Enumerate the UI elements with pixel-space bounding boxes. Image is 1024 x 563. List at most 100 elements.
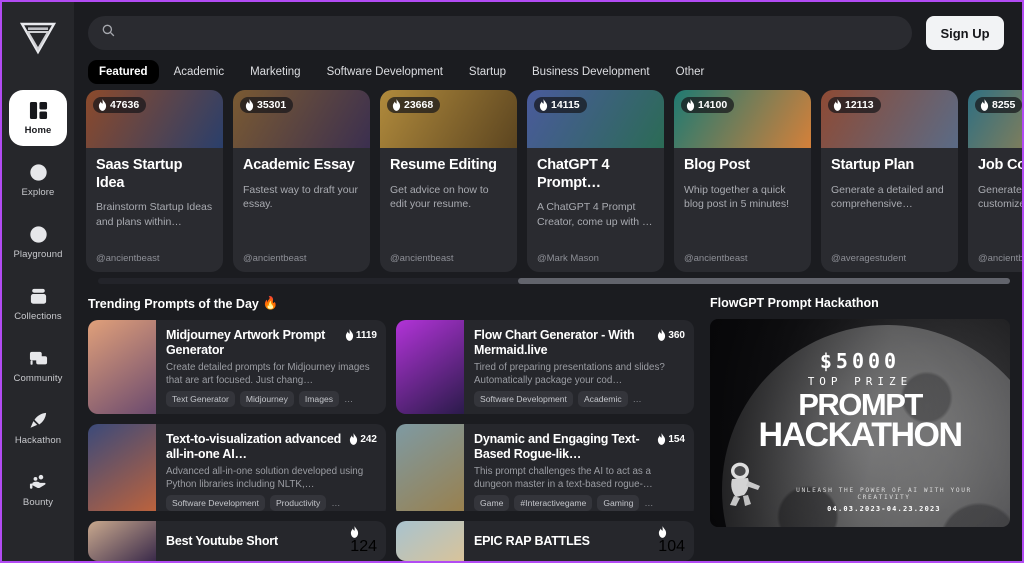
trending-card-tag-overflow[interactable]: … bbox=[644, 498, 653, 508]
tab-startup[interactable]: Startup bbox=[458, 60, 517, 84]
featured-card[interactable]: 47636 Saas Startup Idea Brainstorm Startup… bbox=[86, 90, 223, 272]
featured-card-author: @ancientbeast bbox=[390, 253, 454, 264]
sidebar-item-community[interactable]: Community bbox=[9, 338, 67, 394]
like-count-badge: 154 bbox=[657, 432, 685, 445]
search-input[interactable] bbox=[123, 26, 898, 40]
sidebar-item-collections[interactable]: Collections bbox=[9, 276, 67, 332]
featured-card[interactable]: 14100 Blog Post Whip together a quick blog… bbox=[674, 90, 811, 272]
hackathon-column: FlowGPT Prompt Hackathon $5000 TOP PRIZE… bbox=[710, 296, 1010, 561]
featured-card-thumbnail: 14115 bbox=[527, 90, 664, 148]
sidebar-item-label: Collections bbox=[14, 310, 62, 322]
people-hand-icon bbox=[29, 473, 48, 493]
featured-scrollbar-track[interactable] bbox=[98, 278, 1010, 284]
sidebar-item-hackathon[interactable]: Hackathon bbox=[9, 400, 67, 456]
trending-card-tag-overflow[interactable]: … bbox=[331, 498, 340, 508]
sidebar-item-label: Explore bbox=[21, 186, 55, 198]
prize-amount: $5000 bbox=[819, 349, 901, 373]
like-count: 8255 bbox=[992, 99, 1016, 111]
featured-card[interactable]: 12113 Startup Plan Generate a detailed and… bbox=[821, 90, 958, 272]
featured-card-title: Resume Editing bbox=[390, 157, 497, 173]
trending-card[interactable]: Dynamic and Engaging Text-Based Rogue-li… bbox=[396, 424, 694, 511]
featured-card-author: @averagestudent bbox=[831, 253, 907, 264]
sign-up-button[interactable]: Sign Up bbox=[926, 16, 1004, 50]
trending-card-tag-overflow[interactable]: … bbox=[344, 394, 353, 404]
flowgpt-logo-icon[interactable] bbox=[10, 10, 66, 66]
tab-software-development[interactable]: Software Development bbox=[316, 60, 454, 84]
sidebar-item-label: Bounty bbox=[22, 496, 54, 508]
like-count-badge: 124 bbox=[350, 526, 377, 556]
trending-title-text: Trending Prompts of the Day bbox=[88, 296, 259, 311]
trending-card-partial[interactable]: Best Youtube Short 124 bbox=[88, 521, 386, 561]
featured-card-title: Blog Post bbox=[684, 157, 750, 173]
trending-card-title: Dynamic and Engaging Text-Based Rogue-li… bbox=[474, 432, 640, 461]
like-count-badge: 14115 bbox=[534, 97, 587, 113]
trending-card-tags: Software Development Productivity … bbox=[166, 495, 377, 511]
tab-featured[interactable]: Featured bbox=[88, 60, 159, 84]
trending-card-tag[interactable]: Midjourney bbox=[239, 391, 294, 407]
main-content: Sign Up Featured Academic Marketing Soft… bbox=[74, 2, 1022, 561]
trending-card-thumbnail bbox=[88, 521, 156, 561]
like-count-badge: 104 bbox=[658, 526, 685, 556]
tab-business-development[interactable]: Business Development bbox=[521, 60, 661, 84]
trending-card-description: This prompt challenges the AI to act as … bbox=[474, 466, 653, 491]
featured-card-description: Whip together a quick blog post in 5 min… bbox=[684, 183, 790, 210]
compass-icon bbox=[29, 163, 48, 183]
trending-partial-row: Best Youtube Short 124 EPIC RAP BATTLES 104 bbox=[88, 521, 694, 561]
sidebar-item-explore[interactable]: Explore bbox=[9, 152, 67, 208]
featured-card[interactable]: 35301 Academic Essay Fastest way to draft … bbox=[233, 90, 370, 272]
trending-card-title: Midjourney Artwork Prompt Generator bbox=[166, 328, 326, 357]
trending-card[interactable]: Midjourney Artwork Prompt Generator 1119 C… bbox=[88, 320, 386, 414]
trending-section-title: Trending Prompts of the Day 🔥 bbox=[88, 296, 694, 311]
trending-card-thumbnail bbox=[88, 320, 156, 414]
rocket-icon bbox=[29, 411, 48, 431]
featured-card-description: A ChatGPT 4 Prompt Creator, come up with… bbox=[537, 201, 653, 228]
tab-other[interactable]: Other bbox=[665, 60, 716, 84]
trending-card-grid: Midjourney Artwork Prompt Generator 1119 C… bbox=[88, 320, 694, 511]
prize-block: $5000 TOP PRIZE bbox=[710, 349, 1010, 388]
grid-icon bbox=[29, 101, 48, 121]
featured-card-author: @ancientbeast bbox=[96, 253, 160, 264]
featured-card[interactable]: 14115 ChatGPT 4 Prompt… A ChatGPT 4 Prompt… bbox=[527, 90, 664, 272]
trending-card-partial[interactable]: EPIC RAP BATTLES 104 bbox=[396, 521, 694, 561]
trending-card-tag[interactable]: Academic bbox=[577, 391, 628, 407]
trending-card-title: Flow Chart Generator - With Mermaid.live bbox=[474, 328, 635, 357]
trending-card-tags: Software Development Academic … bbox=[474, 391, 685, 407]
trending-card-tag[interactable]: Software Development bbox=[166, 495, 265, 511]
trending-card-tag[interactable]: #Interactivegame bbox=[514, 495, 593, 511]
featured-card[interactable]: 23668 Resume Editing Get advice on how to … bbox=[380, 90, 517, 272]
like-count: 1119 bbox=[355, 329, 377, 341]
tab-academic[interactable]: Academic bbox=[163, 60, 236, 84]
hackathon-banner[interactable]: $5000 TOP PRIZE PROMPT HACKATHON UNLEASH… bbox=[710, 319, 1010, 527]
featured-scrollbar-thumb[interactable] bbox=[517, 278, 1010, 284]
sidebar-item-bounty[interactable]: Bounty bbox=[9, 462, 67, 518]
featured-card-title: ChatGPT 4 Prompt… bbox=[537, 157, 610, 191]
tab-marketing[interactable]: Marketing bbox=[239, 60, 312, 84]
trending-card-tag[interactable]: Gaming bbox=[597, 495, 640, 511]
trending-card-tag[interactable]: Game bbox=[474, 495, 510, 511]
featured-card-thumbnail: 8255 bbox=[968, 90, 1022, 148]
trending-card-tag[interactable]: Text Generator bbox=[166, 391, 235, 407]
featured-card-author: @ancientbeast bbox=[684, 253, 748, 264]
trending-card[interactable]: Text-to-visualization advanced all-in-on… bbox=[88, 424, 386, 511]
trending-card-tag[interactable]: Images bbox=[298, 391, 340, 407]
featured-carousel: 47636 Saas Startup Idea Brainstorm Startup… bbox=[74, 90, 1022, 284]
sidebar-item-label: Community bbox=[13, 372, 63, 384]
trending-card-tags: Game #Interactivegame Gaming … bbox=[474, 495, 685, 511]
trending-card-description: Tired of preparing presentations and sli… bbox=[474, 362, 665, 387]
trending-card-tag-overflow[interactable]: … bbox=[633, 394, 642, 404]
trending-card-title: EPIC RAP BATTLES bbox=[474, 534, 590, 548]
featured-card[interactable]: 8255 Job Cover Letter Generate a customize… bbox=[968, 90, 1022, 272]
sidebar-item-playground[interactable]: Playground bbox=[9, 214, 67, 270]
trending-card-tag[interactable]: Software Development bbox=[474, 391, 573, 407]
search-box[interactable] bbox=[88, 16, 912, 50]
chat-bubbles-icon bbox=[29, 349, 48, 369]
trending-card[interactable]: Flow Chart Generator - With Mermaid.live… bbox=[396, 320, 694, 414]
sidebar: Home Explore Playground Collections Comm bbox=[2, 2, 74, 561]
sidebar-item-home[interactable]: Home bbox=[9, 90, 67, 146]
trending-card-description: Create detailed prompts for Midjourney i… bbox=[166, 362, 370, 387]
play-circle-icon bbox=[29, 225, 48, 245]
trending-card-tag[interactable]: Productivity bbox=[269, 495, 327, 511]
like-count: 104 bbox=[658, 538, 685, 555]
fire-emoji-icon: 🔥 bbox=[262, 296, 279, 310]
category-tabs: Featured Academic Marketing Software Dev… bbox=[74, 50, 1022, 90]
